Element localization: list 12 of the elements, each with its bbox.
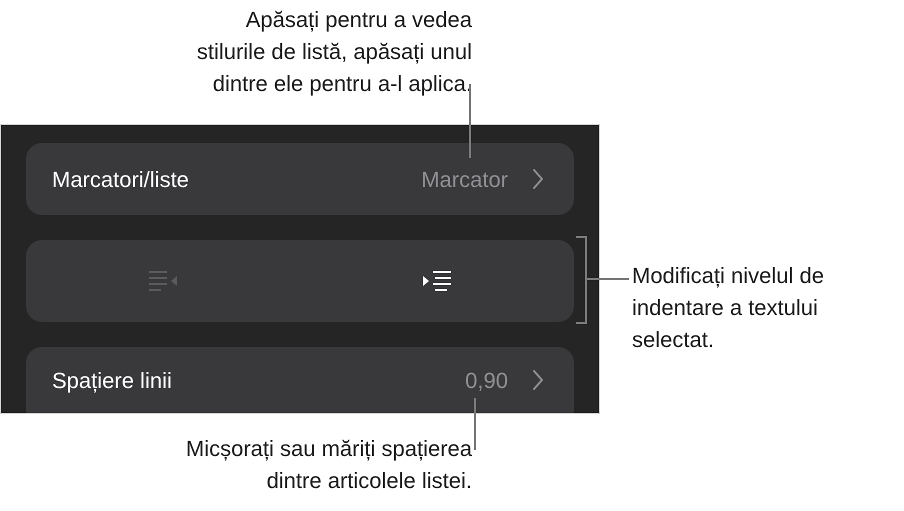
- chevron-icon: [532, 369, 544, 391]
- row-value: Marcator: [421, 166, 508, 194]
- row-label: Marcatori/liste: [52, 166, 189, 194]
- settings-row[interactable]: Marcatori/liste Marcator: [26, 143, 574, 215]
- leader-line: [474, 398, 476, 450]
- callout-text: Apăsați pentru a vedea stilurile de listă, apăsați unul dintre ele pentru a-l aplica.: [196, 6, 472, 98]
- settings-row[interactable]: Spațiere linii 0,90: [26, 347, 574, 413]
- chevron-icon: [532, 168, 544, 190]
- callout-text: Modificați nivelul de indentare a textului selectat.: [632, 262, 825, 354]
- row-value: 0,90: [465, 366, 508, 394]
- row-label: Spațiere linii: [52, 366, 172, 395]
- callout-text: Micșorați sau măriți spațierea dintre articolele listei.: [184, 435, 472, 495]
